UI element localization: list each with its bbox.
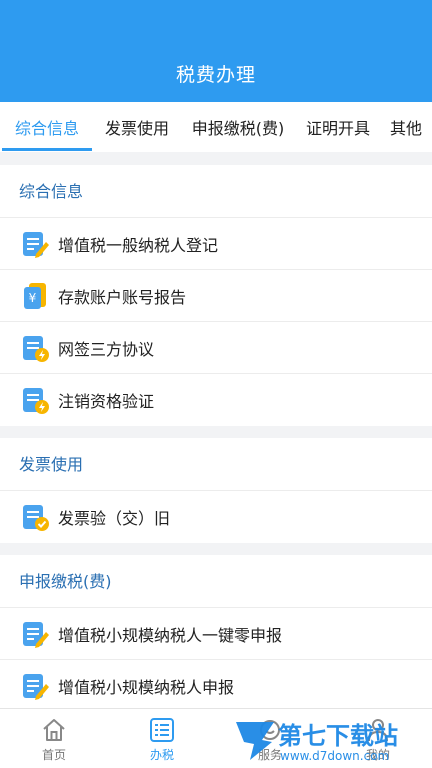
doc-lightning-icon <box>23 388 49 414</box>
page-title: 税费办理 <box>175 64 256 86</box>
list-item-label: 增值税小规模纳税人申报 <box>58 678 235 697</box>
section-invoice-use: 发票使用 发票验（交）旧 <box>0 438 432 543</box>
list-item-label: 网签三方协议 <box>58 339 155 359</box>
section-title: 申报缴税(费) <box>0 555 432 608</box>
watermark-mark-icon <box>236 722 274 760</box>
doc-edit-icon <box>23 621 49 648</box>
list-icon <box>150 718 174 742</box>
tab-comprehensive-info[interactable]: 综合信息 <box>0 102 94 152</box>
app-header: 税费办理 <box>0 0 432 102</box>
tab-certificate[interactable]: 证明开具 <box>296 102 380 152</box>
category-tabs: 综合信息 发票使用 申报缴税(费) 证明开具 其他 <box>0 102 432 152</box>
nav-label: 首页 <box>41 748 66 762</box>
section-comprehensive-info: 综合信息 增值税一般纳税人登记 ¥ 存款账户账号报告 网签三方协议 注销资格验证 <box>0 165 432 426</box>
doc-check-icon <box>23 505 49 531</box>
watermark-brand: 第七下载站 <box>278 722 398 750</box>
list-item-vat-general-registration[interactable]: 增值税一般纳税人登记 <box>0 218 432 270</box>
list-item-small-scale-declaration[interactable]: 增值税小规模纳税人申报 <box>0 660 432 708</box>
nav-tax[interactable]: 办税 <box>108 709 216 768</box>
nav-label: 办税 <box>149 748 174 762</box>
doc-edit-icon <box>23 674 49 700</box>
section-title: 发票使用 <box>0 438 432 491</box>
nav-home[interactable]: 首页 <box>0 709 108 768</box>
doc-edit-icon <box>23 231 49 258</box>
doc-lightning-icon <box>23 335 49 362</box>
section-title: 综合信息 <box>0 165 432 218</box>
list-item-invoice-verification[interactable]: 发票验（交）旧 <box>0 491 432 543</box>
yuan-card-icon: ¥ <box>24 282 46 309</box>
tab-invoice-use[interactable]: 发票使用 <box>94 102 180 152</box>
watermark-url: www.d7down.com <box>280 749 389 763</box>
list-item-label: 存款账户账号报告 <box>58 287 187 307</box>
list-item-deposit-account-report[interactable]: ¥ 存款账户账号报告 <box>0 270 432 322</box>
watermark-logo: 第七下载站 www.d7down.com <box>236 722 398 763</box>
home-icon <box>43 719 65 741</box>
list-item-deregistration-verification[interactable]: 注销资格验证 <box>0 374 432 426</box>
list-item-label: 注销资格验证 <box>58 392 155 411</box>
svg-text:¥: ¥ <box>29 291 37 305</box>
service-list: 综合信息 增值税一般纳税人登记 ¥ 存款账户账号报告 网签三方协议 注销资格验证… <box>0 152 432 708</box>
list-item-label: 发票验（交）旧 <box>58 509 171 528</box>
section-tax-declaration: 申报缴税(费) 增值税小规模纳税人一键零申报 增值税小规模纳税人申报 <box>0 555 432 708</box>
list-item-label: 增值税一般纳税人登记 <box>58 235 219 255</box>
list-item-tripartite-agreement[interactable]: 网签三方协议 <box>0 322 432 374</box>
list-item-label: 增值税小规模纳税人一键零申报 <box>58 625 283 645</box>
list-item-small-scale-zero-declaration[interactable]: 增值税小规模纳税人一键零申报 <box>0 608 432 660</box>
tab-tax-declaration[interactable]: 申报缴税(费) <box>180 102 296 152</box>
tab-other[interactable]: 其他 <box>380 102 432 152</box>
